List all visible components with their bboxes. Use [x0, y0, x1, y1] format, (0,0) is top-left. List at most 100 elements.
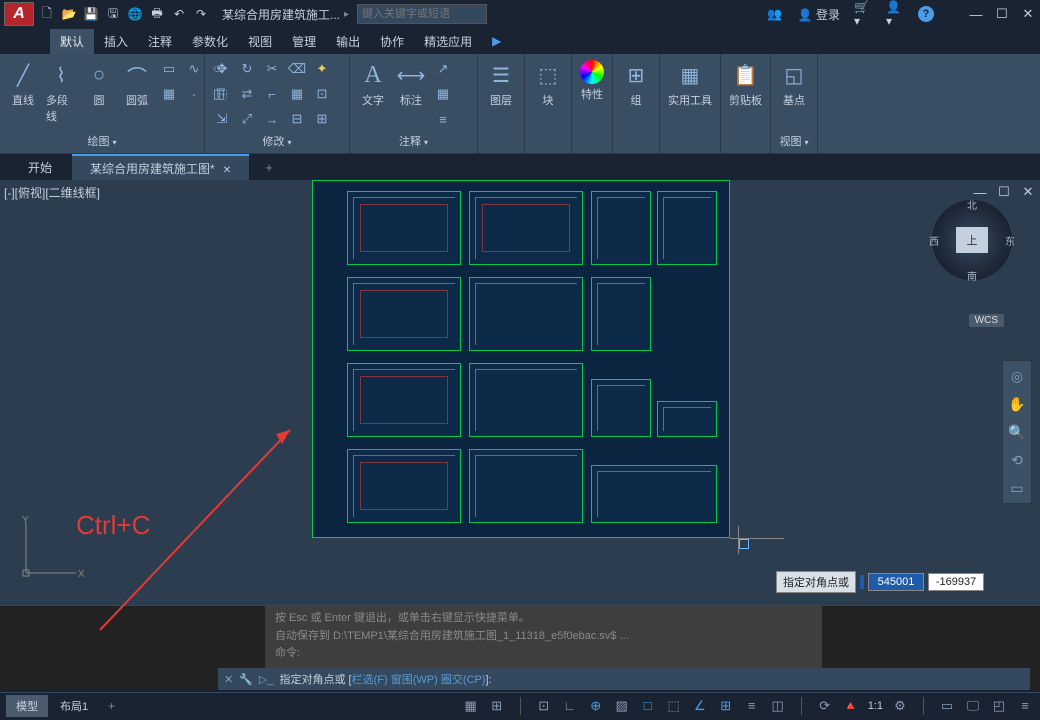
cmd-option-cpolygon[interactable]: 圈交(CP) [441, 674, 486, 686]
app-logo[interactable]: A [4, 2, 34, 26]
menu-insert[interactable]: 插入 [94, 29, 138, 54]
viewcube-south[interactable]: 南 [967, 268, 977, 283]
join-icon[interactable]: ⊞ [311, 108, 333, 130]
hatch-icon[interactable]: ▦ [158, 83, 180, 105]
text-button[interactable]: A文字 [356, 58, 390, 110]
cmd-customize-icon[interactable]: 🔧 [239, 673, 253, 686]
menu-annotate[interactable]: 注释 [138, 29, 182, 54]
array-icon[interactable]: ▦ [286, 83, 308, 105]
viewcube-west[interactable]: 西 [929, 233, 939, 248]
copy-icon[interactable]: ⎘ [211, 83, 233, 105]
tab-start[interactable]: 开始 [10, 155, 70, 180]
coord-x-field[interactable]: 545001 [868, 573, 924, 591]
layers-button[interactable]: ☰图层 [484, 58, 518, 110]
status-cycling-icon[interactable]: ⟳ [816, 697, 834, 715]
nav-zoom-icon[interactable]: 🔍 [1006, 421, 1028, 443]
a360-icon[interactable]: 👤▾ [886, 5, 904, 23]
tab-current-document[interactable]: 某综合用房建筑施工图*✕ [72, 154, 249, 181]
status-tab-add[interactable]: + [100, 696, 123, 716]
menu-parametric[interactable]: 参数化 [182, 29, 238, 54]
status-snap-icon[interactable]: ⊡ [535, 697, 553, 715]
status-osnap-icon[interactable]: □ [639, 697, 657, 715]
properties-button[interactable]: 特性 [578, 58, 606, 104]
cmd-option-fence[interactable]: 栏选(F) [352, 674, 388, 686]
explode-icon[interactable]: ✦ [311, 58, 333, 80]
qat-plot-icon[interactable]: 🖶 [148, 5, 166, 23]
status-clean-icon[interactable]: ◰ [990, 697, 1008, 715]
qat-save-icon[interactable]: 💾 [82, 5, 100, 23]
table-icon[interactable]: ▦ [432, 83, 454, 105]
mirror-icon[interactable]: ⇄ [236, 83, 258, 105]
status-gear-icon[interactable]: ⚙ [891, 697, 909, 715]
spline-icon[interactable]: ∿ [183, 58, 205, 80]
qat-saveas-icon[interactable]: 🖫 [104, 5, 122, 23]
menu-output[interactable]: 输出 [326, 29, 370, 54]
status-model-icon[interactable]: ▦ [462, 697, 480, 715]
nav-showmotion-icon[interactable]: ▭ [1006, 477, 1028, 499]
cmd-close-icon[interactable]: ✕ [224, 673, 233, 686]
rect-icon[interactable]: ▭ [158, 58, 180, 80]
cmd-option-wpolygon[interactable]: 窗围(WP) [391, 674, 438, 686]
viewcube-north[interactable]: 北 [967, 197, 977, 212]
status-polar-icon[interactable]: ⊕ [587, 697, 605, 715]
status-tab-model[interactable]: 模型 [6, 695, 48, 717]
help-icon[interactable]: ? [918, 6, 934, 22]
viewport-label[interactable]: [-][俯视][二维线框] [4, 184, 100, 201]
qat-new-icon[interactable]: 🗋 [38, 5, 56, 23]
panel-label-modify[interactable]: 修改 [211, 131, 343, 151]
status-3dosnap-icon[interactable]: ⬚ [665, 697, 683, 715]
erase-icon[interactable]: ⌫ [286, 58, 308, 80]
scale-icon[interactable]: ⤢ [236, 108, 258, 130]
menu-default[interactable]: 默认 [50, 29, 94, 54]
qat-redo-icon[interactable]: ↷ [192, 5, 210, 23]
nav-pan-icon[interactable]: ✋ [1006, 393, 1028, 415]
status-workspace-icon[interactable]: ▭ [938, 697, 956, 715]
infocenter-icon[interactable]: 👥 [766, 5, 784, 23]
tab-close-icon[interactable]: ✕ [223, 165, 231, 176]
vp-maximize-button[interactable]: ☐ [996, 184, 1012, 200]
extend-icon[interactable]: → [261, 108, 283, 130]
status-otrack-icon[interactable]: ∠ [691, 697, 709, 715]
command-line[interactable]: ✕ 🔧 ▷_ 指定对角点或 [栏选(F) 窗围(WP) 圈交(CP)]: [218, 668, 1030, 690]
status-isodraft-icon[interactable]: ▨ [613, 697, 631, 715]
panel-label-draw[interactable]: 绘图 [6, 131, 198, 151]
menu-play-icon[interactable]: ▶ [482, 30, 511, 52]
status-scale[interactable]: 1:1 [868, 700, 883, 712]
login-link[interactable]: 登录 [816, 8, 840, 22]
status-tab-layout1[interactable]: 布局1 [50, 695, 98, 717]
clipboard-button[interactable]: 📋剪贴板 [727, 58, 764, 110]
qat-undo-icon[interactable]: ↶ [170, 5, 188, 23]
point-icon[interactable]: · [183, 83, 205, 105]
utilities-button[interactable]: ▦实用工具 [666, 58, 714, 110]
group-button[interactable]: ⊞组 [619, 58, 653, 110]
drawing-viewport[interactable]: [-][俯视][二维线框] — ☐ ✕ 指定对角点或 545001 -16993… [0, 180, 1040, 605]
menu-view[interactable]: 视图 [238, 29, 282, 54]
mtext-icon[interactable]: ≡ [432, 108, 454, 130]
dimension-button[interactable]: ⟷标注 [394, 58, 428, 110]
nav-fullnav-icon[interactable]: ◎ [1006, 365, 1028, 387]
stretch-icon[interactable]: ⇲ [211, 108, 233, 130]
maximize-button[interactable]: ☐ [994, 6, 1010, 22]
rotate-icon[interactable]: ↻ [236, 58, 258, 80]
status-annoscale-icon[interactable]: 🔺 [842, 697, 860, 715]
menu-featured[interactable]: 精选应用 [414, 29, 482, 54]
polyline-button[interactable]: ⌇多段线 [44, 58, 78, 126]
status-ortho-icon[interactable]: ∟ [561, 697, 579, 715]
command-history[interactable]: 按 Esc 或 Enter 键退出，或单击右键显示快捷菜单。 自动保存到 D:\… [265, 606, 822, 668]
block-button[interactable]: ⬚块 [531, 58, 565, 110]
search-input[interactable] [357, 4, 487, 24]
close-button[interactable]: ✕ [1020, 6, 1036, 22]
app-store-icon[interactable]: 🛒▾ [854, 5, 872, 23]
line-button[interactable]: ╱直线 [6, 58, 40, 110]
viewcube-east[interactable]: 东 [1005, 233, 1015, 248]
offset-icon[interactable]: ⊡ [311, 83, 333, 105]
arc-button[interactable]: ⌒圆弧 [120, 58, 154, 110]
viewcube[interactable]: 北 南 东 西 上 [932, 200, 1012, 280]
fillet-icon[interactable]: ⌐ [261, 83, 283, 105]
leader-icon[interactable]: ↗ [432, 58, 454, 80]
status-grid-icon[interactable]: ⊞ [488, 697, 506, 715]
viewcube-top[interactable]: 上 [956, 227, 988, 253]
status-customize-icon[interactable]: ≡ [1016, 697, 1034, 715]
vp-close-button[interactable]: ✕ [1020, 184, 1036, 200]
menu-manage[interactable]: 管理 [282, 29, 326, 54]
